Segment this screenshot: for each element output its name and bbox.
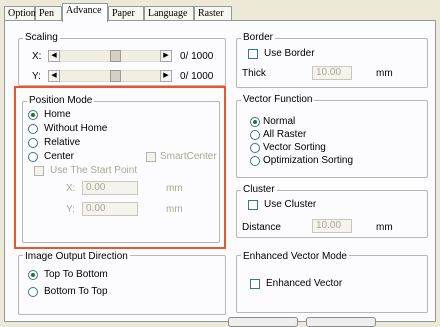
slider-thumb[interactable] bbox=[110, 50, 121, 62]
scaling-x-slider[interactable]: ◀ ▶ bbox=[48, 50, 172, 62]
thick-unit: mm bbox=[376, 68, 393, 79]
radio-vector-sorting[interactable] bbox=[250, 143, 260, 153]
image-output-group: Image Output Direction bbox=[18, 251, 226, 315]
radio-optimization-sorting-label: Optimization Sorting bbox=[263, 155, 354, 166]
radio-bottom-to-top[interactable] bbox=[28, 287, 38, 297]
start-x-unit: mm bbox=[166, 183, 183, 194]
start-y-label: Y: bbox=[66, 204, 75, 215]
slider-left-arrow-icon[interactable]: ◀ bbox=[48, 50, 60, 62]
radio-bottom-to-top-label: Bottom To Top bbox=[44, 286, 108, 297]
use-start-point-label: Use The Start Point bbox=[50, 165, 138, 176]
smart-center-label: SmartCenter bbox=[160, 151, 217, 162]
radio-vector-sorting-label: Vector Sorting bbox=[263, 142, 326, 153]
radio-normal[interactable] bbox=[250, 117, 260, 127]
radio-top-to-bottom-label: Top To Bottom bbox=[44, 269, 108, 280]
radio-optimization-sorting[interactable] bbox=[250, 156, 260, 166]
radio-top-to-bottom[interactable] bbox=[28, 270, 38, 280]
distance-field[interactable]: 10.00 bbox=[312, 219, 352, 233]
tab-paper[interactable]: Paper bbox=[108, 6, 144, 21]
border-group: Border bbox=[236, 32, 428, 88]
scaling-x-value: 0/ 1000 bbox=[180, 51, 214, 62]
image-output-title: Image Output Direction bbox=[23, 251, 130, 263]
thick-field[interactable]: 10.00 bbox=[312, 66, 352, 80]
cluster-title: Cluster bbox=[241, 184, 277, 196]
radio-relative[interactable] bbox=[28, 138, 38, 148]
position-mode-title: Position Mode bbox=[27, 95, 95, 107]
scaling-x-label: X: bbox=[32, 51, 42, 62]
radio-relative-label: Relative bbox=[44, 137, 81, 148]
vector-function-title: Vector Function bbox=[241, 94, 315, 106]
tab-option[interactable]: Option bbox=[4, 6, 36, 21]
scaling-y-label: Y: bbox=[32, 71, 41, 82]
slider-right-arrow-icon[interactable]: ▶ bbox=[160, 50, 172, 62]
dialog-button-left[interactable] bbox=[228, 317, 298, 327]
use-cluster-checkbox[interactable] bbox=[248, 200, 258, 210]
slider-left-arrow-icon[interactable]: ◀ bbox=[48, 70, 60, 82]
tab-pen[interactable]: Pen bbox=[35, 6, 62, 21]
dialog-button-right[interactable] bbox=[306, 317, 376, 327]
tab-language[interactable]: Language bbox=[144, 6, 194, 21]
use-border-checkbox[interactable] bbox=[248, 49, 258, 59]
radio-center-label: Center bbox=[44, 151, 75, 162]
start-y-field[interactable]: 0.00 bbox=[82, 202, 138, 216]
scaling-title: Scaling bbox=[23, 32, 60, 44]
use-start-point-checkbox[interactable] bbox=[34, 166, 44, 176]
start-y-unit: mm bbox=[166, 204, 183, 215]
radio-all-raster-label: All Raster bbox=[263, 129, 307, 140]
smart-center-checkbox[interactable] bbox=[146, 152, 156, 162]
distance-label: Distance bbox=[242, 222, 281, 233]
enhanced-vector-label: Enhanced Vector bbox=[266, 278, 343, 289]
slider-thumb[interactable] bbox=[110, 70, 121, 82]
tab-advance[interactable]: Advance bbox=[62, 3, 108, 22]
enhanced-vector-checkbox[interactable] bbox=[250, 279, 260, 289]
start-x-field[interactable]: 0.00 bbox=[82, 181, 138, 195]
radio-home-label: Home bbox=[44, 109, 71, 120]
use-border-label: Use Border bbox=[264, 48, 315, 59]
radio-center[interactable] bbox=[28, 152, 38, 162]
radio-without-home-label: Without Home bbox=[44, 123, 108, 134]
enhanced-vector-title: Enhanced Vector Mode bbox=[241, 251, 349, 263]
distance-unit: mm bbox=[376, 222, 393, 233]
slider-right-arrow-icon[interactable]: ▶ bbox=[160, 70, 172, 82]
radio-normal-label: Normal bbox=[263, 116, 296, 127]
thick-label: Thick bbox=[242, 68, 266, 79]
radio-home[interactable] bbox=[28, 110, 38, 120]
use-cluster-label: Use Cluster bbox=[264, 199, 317, 210]
scaling-y-value: 0/ 1000 bbox=[180, 71, 214, 82]
start-x-label: X: bbox=[66, 183, 76, 194]
tab-raster[interactable]: Raster bbox=[194, 6, 232, 21]
radio-without-home[interactable] bbox=[28, 124, 38, 134]
scaling-y-slider[interactable]: ◀ ▶ bbox=[48, 70, 172, 82]
radio-all-raster[interactable] bbox=[250, 130, 260, 140]
border-title: Border bbox=[241, 32, 276, 44]
